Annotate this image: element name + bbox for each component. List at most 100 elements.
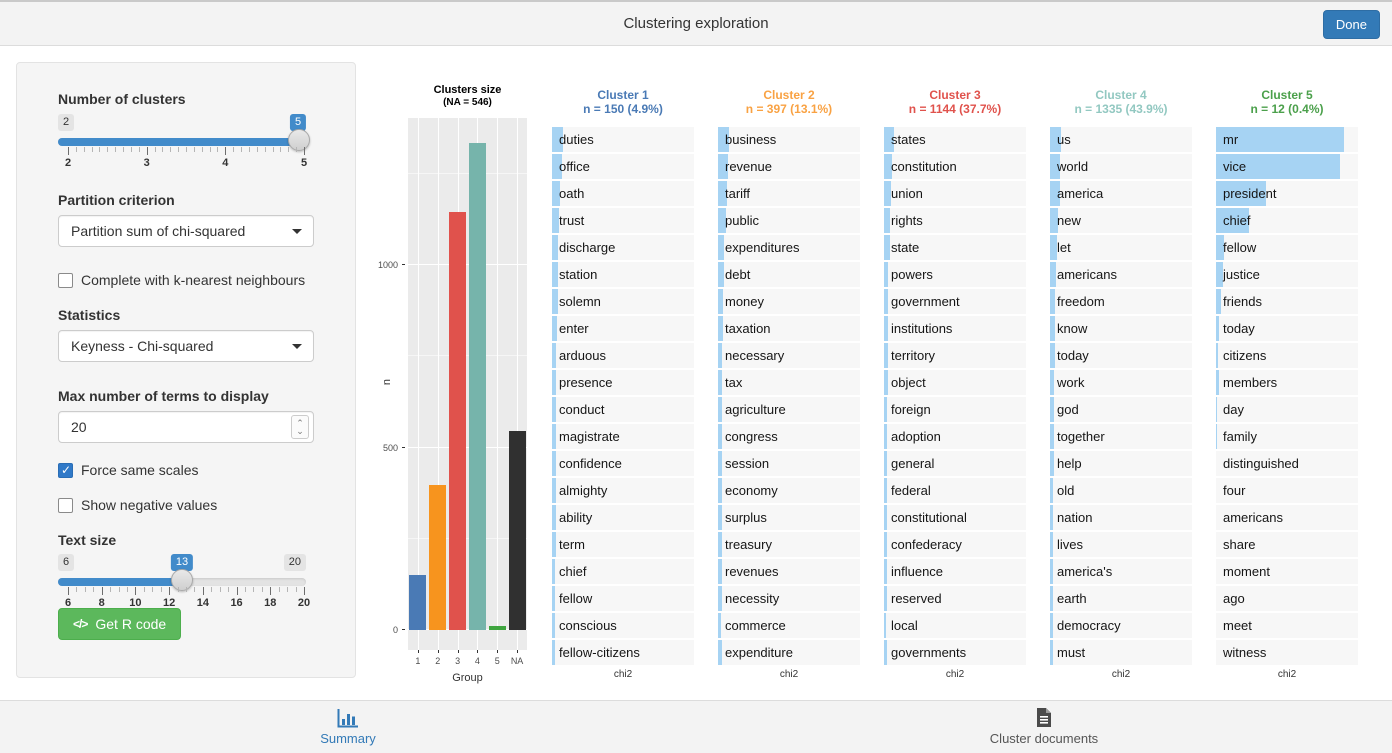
y-tick-label: 1000 xyxy=(378,260,398,270)
file-icon xyxy=(1036,708,1052,728)
term-row: conscious xyxy=(552,613,694,638)
term-label: meet xyxy=(1216,613,1358,638)
number-of-clusters-slider[interactable]: 2 5 2345 xyxy=(58,114,306,170)
term-row: friends xyxy=(1216,289,1358,314)
slider-tick xyxy=(211,587,212,592)
cluster-axis-label: chi2 xyxy=(552,669,694,680)
term-label: session xyxy=(718,451,860,476)
tab-cluster-documents[interactable]: Cluster documents xyxy=(696,701,1392,753)
term-label: fellow xyxy=(1216,235,1358,260)
show-negative-values-checkbox[interactable]: Show negative values xyxy=(58,497,217,513)
slider-tick xyxy=(139,147,140,152)
term-label: tax xyxy=(718,370,860,395)
x-tick-mark xyxy=(418,650,419,653)
slider-tick xyxy=(161,587,162,592)
term-row: today xyxy=(1216,316,1358,341)
number-stepper[interactable]: ⌃ ⌄ xyxy=(291,415,309,439)
knn-checkbox[interactable]: Complete with k-nearest neighbours xyxy=(58,272,305,288)
slider-tick xyxy=(99,147,100,152)
term-row: economy xyxy=(718,478,860,503)
slider-tick xyxy=(253,587,254,592)
term-label: help xyxy=(1050,451,1192,476)
term-row: must xyxy=(1050,640,1192,665)
term-label: today xyxy=(1216,316,1358,341)
tab-summary[interactable]: Summary xyxy=(0,701,696,753)
cluster-title: Cluster 3 xyxy=(884,88,1026,102)
term-row: powers xyxy=(884,262,1026,287)
term-row: almighty xyxy=(552,478,694,503)
term-label: confederacy xyxy=(884,532,1026,557)
term-row: citizens xyxy=(1216,343,1358,368)
term-row: democracy xyxy=(1050,613,1192,638)
x-tick-label: 4 xyxy=(468,656,488,666)
done-button[interactable]: Done xyxy=(1323,10,1380,39)
partition-criterion-label: Partition criterion xyxy=(58,192,314,208)
slider-tick xyxy=(203,587,204,595)
slider-tick xyxy=(273,147,274,152)
gridline-minor xyxy=(408,355,527,356)
term-row: governments xyxy=(884,640,1026,665)
y-tick-label: 500 xyxy=(383,443,398,453)
term-label: ability xyxy=(552,505,694,530)
slider-fill xyxy=(58,578,182,586)
x-tick-label: 3 xyxy=(448,656,468,666)
term-row: lives xyxy=(1050,532,1192,557)
term-row: moment xyxy=(1216,559,1358,584)
term-row: fellow xyxy=(1216,235,1358,260)
x-tick-mark xyxy=(477,650,478,653)
term-label: expenditure xyxy=(718,640,860,665)
get-r-code-button[interactable]: </> Get R code xyxy=(58,608,181,640)
cluster-column-4: Cluster 4n = 1335 (43.9%)usworldamerican… xyxy=(1050,88,1192,680)
term-row: commerce xyxy=(718,613,860,638)
text-size-slider[interactable]: 6 13 20 68101214161820 xyxy=(58,554,306,610)
clusters-slider-label: Number of clusters xyxy=(58,91,314,107)
term-label: let xyxy=(1050,235,1192,260)
y-tick-mark xyxy=(402,447,405,448)
cluster-axis-label: chi2 xyxy=(884,669,1026,680)
slider-tick xyxy=(93,587,94,592)
term-label: treasury xyxy=(718,532,860,557)
partition-criterion-select[interactable]: Partition sum of chi-squared xyxy=(58,215,314,247)
term-row: station xyxy=(552,262,694,287)
term-row: money xyxy=(718,289,860,314)
cluster-size-bar xyxy=(429,485,446,630)
term-row: fellow-citizens xyxy=(552,640,694,665)
term-row: revenue xyxy=(718,154,860,179)
term-row: state xyxy=(884,235,1026,260)
term-label: discharge xyxy=(552,235,694,260)
term-label: congress xyxy=(718,424,860,449)
term-label: revenue xyxy=(718,154,860,179)
cluster-count: n = 1335 (43.9%) xyxy=(1050,102,1192,116)
term-row: rights xyxy=(884,208,1026,233)
clusters-size-chart: Clusters size (NA = 546) n 05001000 1234… xyxy=(385,80,550,692)
slider-tick xyxy=(127,587,128,592)
term-label: federal xyxy=(884,478,1026,503)
gridline-vertical xyxy=(418,118,419,650)
max-terms-input[interactable] xyxy=(58,411,314,443)
slider-track[interactable] xyxy=(58,138,306,146)
slider-tick xyxy=(123,147,124,152)
term-label: constitution xyxy=(884,154,1026,179)
term-label: world xyxy=(1050,154,1192,179)
term-row: four xyxy=(1216,478,1358,503)
term-list: mrvicepresidentchieffellowjusticefriends… xyxy=(1216,127,1358,665)
force-same-scales-checkbox[interactable]: Force same scales xyxy=(58,462,198,478)
term-row: new xyxy=(1050,208,1192,233)
x-axis-label: Group xyxy=(408,672,527,684)
term-row: agriculture xyxy=(718,397,860,422)
term-label: rights xyxy=(884,208,1026,233)
statistics-select[interactable]: Keyness - Chi-squared xyxy=(58,330,314,362)
term-label: influence xyxy=(884,559,1026,584)
term-row: object xyxy=(884,370,1026,395)
slider-tick xyxy=(68,587,69,595)
term-row: know xyxy=(1050,316,1192,341)
term-row: general xyxy=(884,451,1026,476)
term-row: day xyxy=(1216,397,1358,422)
term-row: vice xyxy=(1216,154,1358,179)
term-label: today xyxy=(1050,343,1192,368)
slider-tick xyxy=(217,147,218,152)
term-row: old xyxy=(1050,478,1192,503)
term-row: term xyxy=(552,532,694,557)
term-list: statesconstitutionunionrightsstatepowers… xyxy=(884,127,1026,665)
term-label: four xyxy=(1216,478,1358,503)
